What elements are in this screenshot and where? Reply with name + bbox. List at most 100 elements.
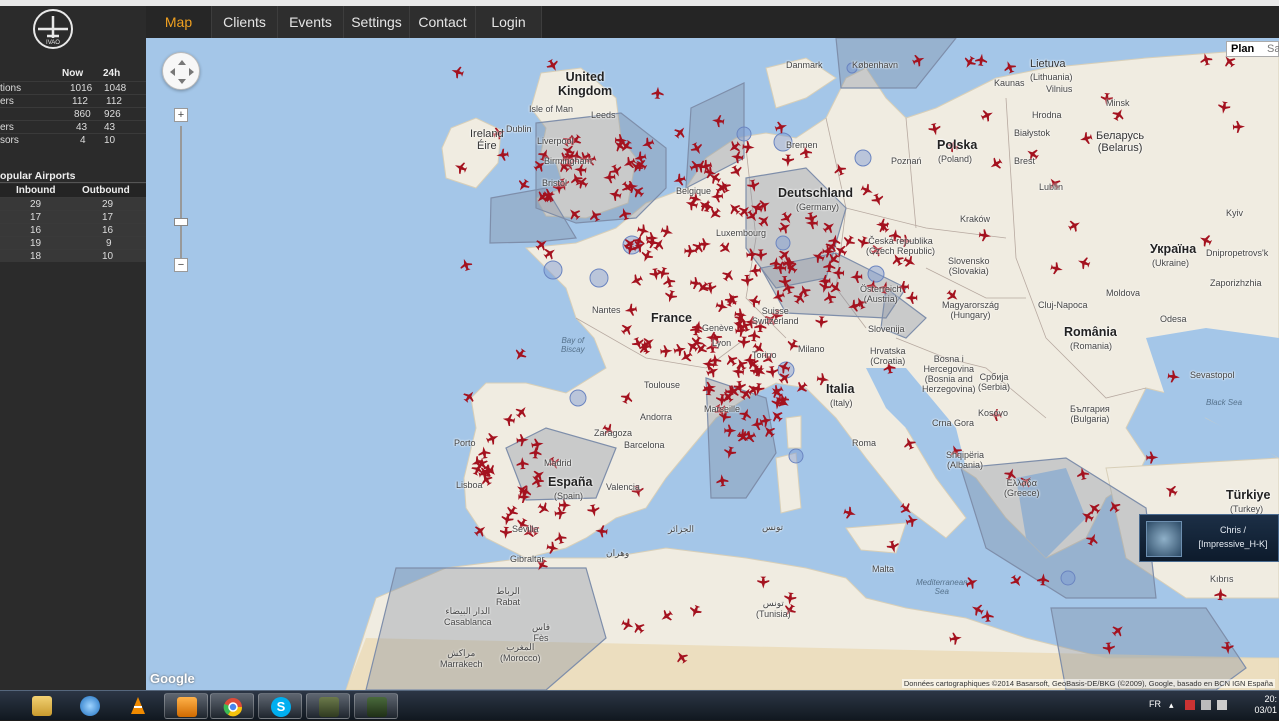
label-kibris: Kıbrıs [1210, 574, 1234, 584]
traffic-map[interactable]: United Kingdom Ireland Éire Isle of Man Li… [146, 38, 1279, 690]
label-ukraine: (Ukraine) [1152, 258, 1190, 268]
label-vilnius: Vilnius [1046, 84, 1073, 94]
map-type-control[interactable]: Plan Sa [1226, 41, 1279, 57]
stats-row: ers 43 43 [0, 120, 146, 133]
label-polska: Polska [937, 138, 978, 152]
nav-map[interactable]: Map [146, 6, 212, 38]
airport-row[interactable]: 17 17 [0, 210, 146, 223]
label-belarus: Беларусь (Belarus) [1096, 130, 1145, 154]
tray-expand-icon[interactable]: ▴ [1169, 700, 1179, 710]
taskbar-vlc[interactable] [116, 693, 160, 719]
airport-outbound: 16 [102, 225, 114, 236]
clock-time: 20: [1264, 694, 1277, 704]
aircraft-marker[interactable] [672, 124, 689, 141]
popular-airports-header: Inbound Outbound [0, 184, 146, 197]
aircraft-marker[interactable] [774, 119, 789, 134]
airport-outbound: 17 [102, 212, 114, 223]
taskbar-app2[interactable] [354, 693, 398, 719]
sidebar: IVAO Now 24h tions 1016 1048 ers 112 112… [0, 6, 146, 690]
media-player-icon [177, 697, 197, 717]
airport-inbound: 29 [30, 199, 42, 210]
airport-row[interactable]: 18 10 [0, 249, 146, 262]
stats-header-24h: 24h [103, 68, 121, 79]
taskbar-chrome[interactable] [210, 693, 254, 719]
airport-outbound: 10 [102, 251, 114, 262]
label-cesko: Česká republika (Czech Republic) [866, 236, 936, 256]
label-france: France [651, 311, 692, 325]
label-alger: الجزائر [668, 524, 694, 534]
popular-airports-title: opular Airports [0, 170, 146, 183]
aircraft-marker[interactable] [512, 347, 529, 364]
pan-control[interactable] [162, 52, 200, 90]
aircraft-marker[interactable] [843, 506, 858, 521]
stats-row: ers 112 112 [0, 94, 146, 107]
taskbar-app1[interactable] [306, 693, 350, 719]
airport-row[interactable]: 19 9 [0, 236, 146, 249]
label-crna-gora: Crna Gora [932, 418, 975, 428]
label-poznan: Poznań [891, 156, 922, 166]
nav-contact[interactable]: Contact [410, 6, 476, 38]
label-cluj: Cluj-Napoca [1038, 300, 1088, 310]
label-ellada: Ελλάδα (Greece) [1004, 478, 1040, 498]
zoom-out-button[interactable]: − [174, 258, 188, 272]
taskbar-ie[interactable] [68, 693, 112, 719]
label-ukraina: Україна [1150, 242, 1197, 256]
nav-clients[interactable]: Clients [212, 6, 278, 38]
taskbar-skype[interactable]: S [258, 693, 302, 719]
nav-events[interactable]: Events [278, 6, 344, 38]
stats-label: sors [0, 135, 19, 146]
taskbar-explorer[interactable] [20, 693, 64, 719]
map-attribution[interactable]: Données cartographiques ©2014 Basarsoft,… [901, 679, 1275, 688]
airport-outbound: 29 [102, 199, 114, 210]
taskbar-media-player[interactable] [164, 693, 208, 719]
avatar [1146, 521, 1182, 557]
label-isle-of-man: Isle of Man [529, 104, 574, 114]
label-spain: (Spain) [554, 491, 584, 501]
aircraft-marker[interactable] [1002, 59, 1018, 75]
label-hrvatska: Hrvatska (Croatia) [870, 346, 906, 366]
aircraft-marker[interactable] [969, 601, 985, 617]
label-milano: Milano [798, 344, 825, 354]
label-sevastopol: Sevastopol [1190, 370, 1235, 380]
airport-row[interactable]: 29 29 [0, 197, 146, 210]
aircraft-marker[interactable] [651, 86, 664, 99]
nav-settings[interactable]: Settings [344, 6, 410, 38]
network-icon[interactable] [1201, 700, 1211, 710]
label-zaragoza: Zaragoza [594, 428, 633, 438]
label-poland: (Poland) [938, 154, 973, 164]
airport-inbound: 18 [30, 251, 42, 262]
aircraft-marker[interactable] [450, 64, 465, 79]
label-porto: Porto [454, 438, 476, 448]
tray-app-icon[interactable] [1185, 700, 1195, 710]
user-notification[interactable]: Chris / [Impressive_H-K] [1139, 514, 1279, 562]
stats-label: tions [0, 83, 22, 94]
label-kaunas: Kaunas [994, 78, 1025, 88]
zoom-slider-track[interactable] [180, 126, 182, 266]
zoom-in-button[interactable]: + [174, 108, 188, 122]
pen-icon [367, 697, 387, 717]
clock[interactable]: 20: 03/01 [1254, 694, 1277, 716]
nav-login[interactable]: Login [476, 6, 542, 38]
app-icon [319, 697, 339, 717]
language-indicator[interactable]: FR [1149, 699, 1161, 709]
label-andorra: Andorra [640, 412, 673, 422]
aircraft-marker[interactable] [1146, 451, 1159, 464]
airport-row[interactable]: 16 16 [0, 223, 146, 236]
label-bosna: Bosna i Hercegovina (Bosnia and Herzegovina… [922, 354, 976, 394]
map-type-plan[interactable]: Plan [1231, 43, 1254, 55]
aircraft-marker[interactable] [1008, 573, 1025, 590]
label-bristol: Bristol [542, 178, 568, 188]
aircraft-marker[interactable] [458, 257, 473, 272]
label-minsk: Minsk [1106, 98, 1130, 108]
label-marseille: Marseille [704, 404, 741, 414]
volume-icon[interactable] [1217, 700, 1227, 710]
zoom-slider-handle[interactable] [174, 218, 188, 226]
label-toulouse: Toulouse [644, 380, 681, 390]
inbound-header: Inbound [16, 185, 56, 196]
label-slovenija: Slovenija [868, 324, 905, 334]
map-type-satellite[interactable]: Sa [1267, 43, 1279, 55]
aircraft-marker[interactable] [975, 53, 988, 67]
skype-icon: S [271, 697, 291, 717]
aircraft-marker[interactable] [961, 54, 977, 70]
label-bulgaria: България (Bulgaria) [1070, 404, 1110, 424]
